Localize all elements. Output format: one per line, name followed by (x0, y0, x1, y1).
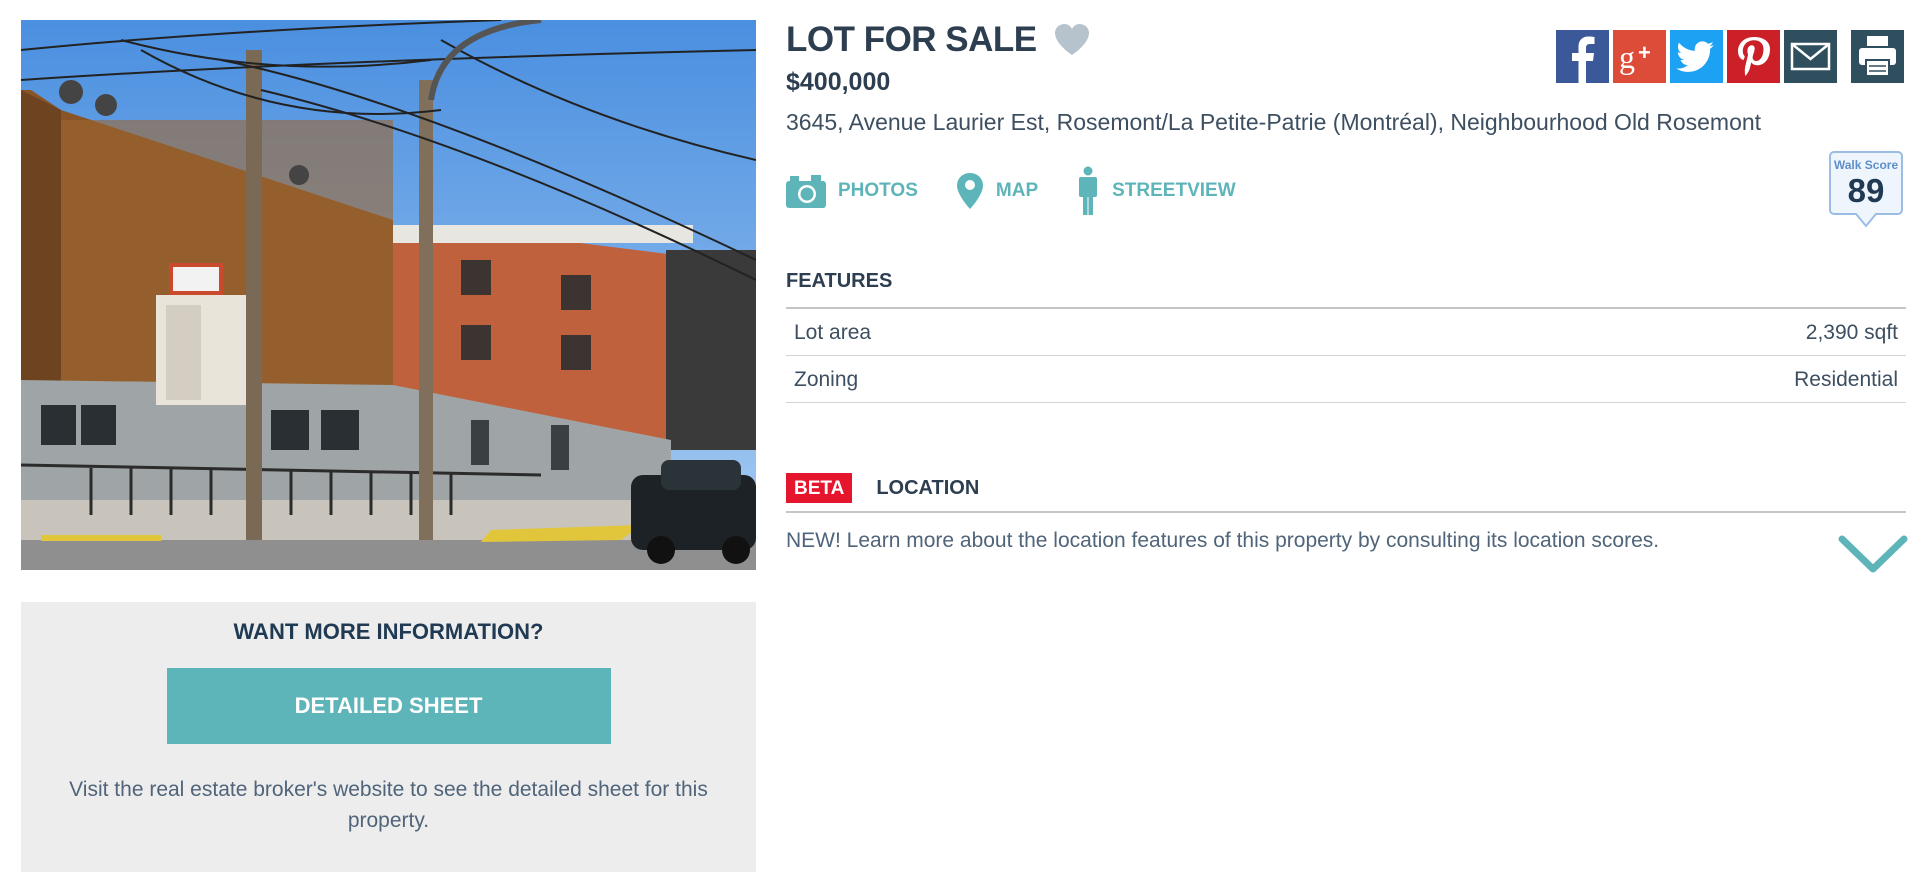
photos-label: PHOTOS (838, 180, 918, 201)
pegman-icon (1079, 166, 1098, 215)
chevron-down-icon[interactable] (1838, 533, 1908, 577)
beta-badge: BETA (786, 473, 853, 503)
twitter-share-button[interactable] (1670, 30, 1723, 83)
streetview-label: STREETVIEW (1112, 180, 1236, 201)
envelope-icon (1790, 42, 1831, 71)
more-info-panel: WANT MORE INFORMATION? DETAILED SHEET Vi… (21, 602, 756, 872)
feature-label: Zoning (794, 368, 859, 391)
feature-row: Zoning Residential (786, 356, 1906, 403)
feature-label: Lot area (794, 321, 872, 344)
feature-value: 2,390 sqft (1805, 321, 1898, 344)
features-title: FEATURES (786, 270, 1906, 309)
feature-row: Lot area 2,390 sqft (786, 309, 1906, 356)
favorite-heart-icon[interactable] (1053, 23, 1091, 57)
media-actions: PHOTOS MAP STREETVIEW (786, 166, 1906, 216)
google-plus-share-button[interactable]: g + (1613, 30, 1666, 83)
property-photo[interactable] (21, 20, 756, 570)
camera-icon (786, 175, 826, 208)
features-section: FEATURES Lot area 2,390 sqft Zoning Resi… (786, 270, 1906, 403)
more-info-title: WANT MORE INFORMATION? (233, 619, 544, 644)
print-button[interactable] (1851, 30, 1904, 83)
walk-score-badge[interactable]: Walk Score 89 (1828, 150, 1904, 230)
share-toolbar: g + (1556, 30, 1904, 83)
listing-title: LOT FOR SALE (786, 20, 1037, 59)
facebook-icon (1572, 36, 1595, 83)
email-share-button[interactable] (1784, 30, 1837, 83)
walk-score-label: Walk Score (1833, 158, 1899, 172)
detailed-sheet-button[interactable]: DETAILED SHEET (166, 668, 611, 744)
location-description: NEW! Learn more about the location featu… (786, 529, 1660, 552)
pinterest-icon (1738, 37, 1770, 76)
street-photo-illustration (21, 20, 756, 570)
printer-icon (1859, 36, 1896, 77)
more-info-text: Visit the real estate broker's website t… (69, 778, 708, 832)
listing-details: LOT FOR SALE $400,000 3645, Avenue Lauri… (786, 18, 1908, 577)
facebook-share-button[interactable] (1556, 30, 1609, 83)
photos-link[interactable]: PHOTOS (786, 173, 918, 209)
twitter-icon (1676, 41, 1714, 72)
map-link[interactable]: MAP (956, 172, 1038, 210)
walk-score-value: 89 (1847, 172, 1885, 209)
svg-text:+: + (1638, 40, 1651, 65)
listing-address: 3645, Avenue Laurier Est, Rosemont/La Pe… (786, 109, 1762, 135)
svg-text:g: g (1619, 39, 1635, 75)
location-title: LOCATION (876, 476, 980, 499)
feature-value: Residential (1794, 368, 1898, 391)
pinterest-share-button[interactable] (1727, 30, 1780, 83)
google-plus-icon: g + (1619, 39, 1651, 75)
map-pin-icon (956, 173, 983, 209)
streetview-link[interactable]: STREETVIEW (1076, 166, 1236, 216)
map-label: MAP (995, 180, 1039, 201)
location-section: BETA LOCATION NEW! Learn more about the … (786, 473, 1908, 577)
